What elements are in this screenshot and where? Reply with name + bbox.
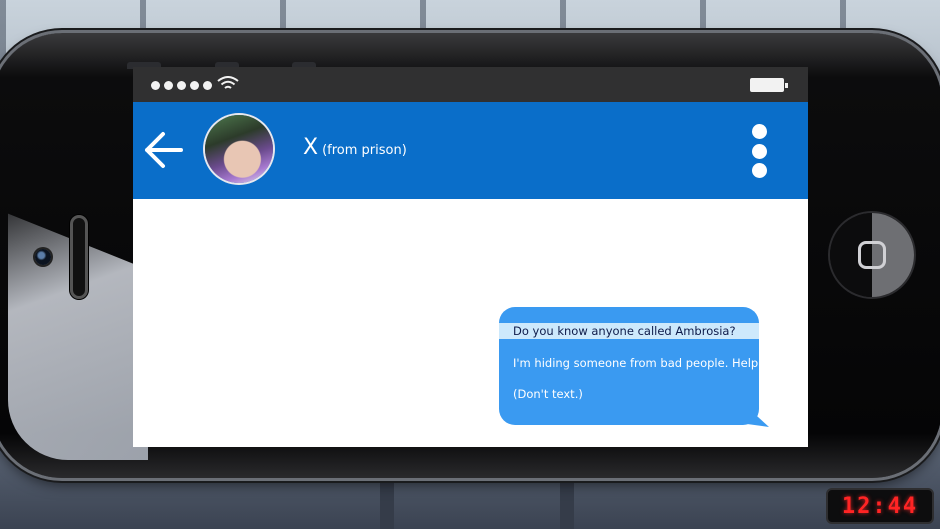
message-line: Do you know anyone called Ambrosia?: [499, 323, 759, 339]
status-bar: [133, 67, 808, 102]
message-line: I'm hiding someone from bad people. Help…: [513, 356, 765, 370]
home-square-icon: [858, 241, 886, 269]
contact-subtitle: (from prison): [322, 143, 407, 158]
battery-icon: [750, 78, 788, 92]
contact-name-main: X: [303, 135, 319, 160]
more-vertical-icon[interactable]: [747, 124, 771, 178]
background-post: [560, 470, 574, 529]
phone-screen: X (from prison) Do you know anyone called…: [133, 67, 808, 447]
signal-dots-icon: [151, 81, 212, 90]
wifi-icon: [217, 76, 239, 89]
avatar[interactable]: [205, 115, 273, 183]
game-clock: 12:44: [826, 488, 934, 524]
camera-icon: [35, 249, 51, 265]
message-line: (Don't text.): [513, 387, 583, 401]
background-post: [380, 470, 394, 529]
home-button[interactable]: [830, 213, 914, 297]
phone-speaker: [70, 215, 88, 299]
arrow-left-icon[interactable]: [141, 128, 185, 172]
contact-name: X (from prison): [303, 135, 407, 160]
message-bubble: Do you know anyone called Ambrosia? I'm …: [499, 307, 765, 425]
chat-header: X (from prison): [133, 102, 808, 199]
